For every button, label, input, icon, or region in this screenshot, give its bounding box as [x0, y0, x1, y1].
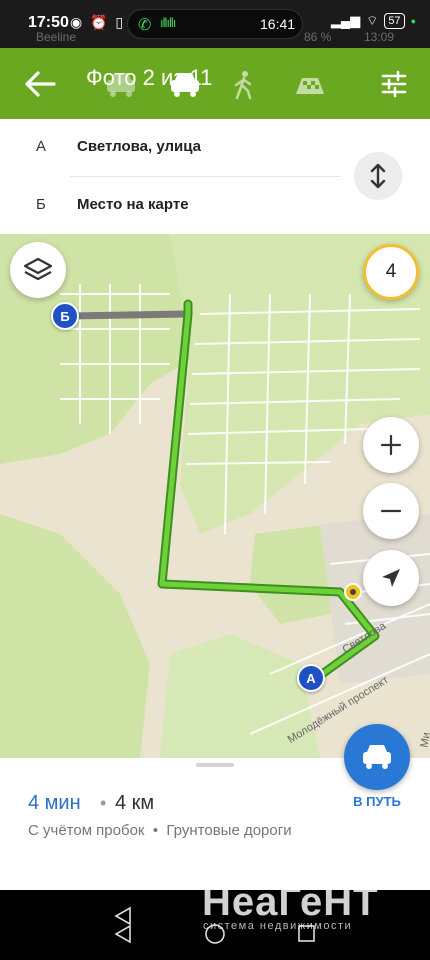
ghost-time: 13:09	[364, 30, 395, 44]
watermark-subtitle: система недвижимости	[203, 920, 353, 932]
filter-icon[interactable]	[380, 70, 408, 98]
ghost-battery: 86 %	[304, 30, 332, 44]
swap-vertical-icon	[370, 163, 386, 189]
back-nav-icon[interactable]	[110, 904, 136, 946]
marker-a[interactable]: А	[297, 664, 325, 692]
sheet-grabber[interactable]	[196, 763, 234, 767]
eta-time: 4 мин	[28, 792, 81, 814]
battery-icon: 57	[384, 13, 405, 29]
street-label-partial: Ми	[418, 731, 430, 749]
call-time: 16:41	[260, 16, 296, 32]
go-button[interactable]	[344, 724, 410, 790]
zoom-in-button[interactable]	[363, 417, 419, 473]
go-label[interactable]: В ПУТЬ	[345, 794, 409, 809]
my-location-button[interactable]	[363, 550, 419, 606]
page-title: Фото 2 из 11	[86, 65, 213, 90]
route-notes: С учётом пробок • Грунтовые дороги	[28, 822, 292, 839]
taxi-icon[interactable]	[292, 70, 328, 100]
layers-button[interactable]	[10, 242, 66, 298]
status-dot-icon: ●	[410, 16, 416, 26]
walk-icon[interactable]	[232, 70, 256, 100]
call-indicator[interactable]: ✆ ıllıllı 16:41	[127, 9, 303, 39]
separator: •	[100, 793, 107, 813]
signal-icon: ▂▄▆	[330, 13, 361, 28]
layers-icon	[23, 257, 53, 281]
audio-wave-icon: ıllıllı	[160, 15, 176, 30]
phone-icon: ✆	[138, 17, 152, 34]
minus-icon	[380, 509, 402, 513]
system-indicators: ▂▄▆ ⌔ 57 ●	[331, 13, 416, 29]
zoom-out-button[interactable]	[363, 483, 419, 539]
ghost-carrier: Beeline	[36, 30, 77, 44]
from-address: Светлова, улица	[77, 138, 201, 155]
app-header: Фото 2 из 11	[0, 48, 430, 119]
route-distance: 4 км	[115, 792, 155, 814]
back-arrow-icon[interactable]	[20, 64, 60, 104]
marker-b[interactable]: Б	[51, 302, 79, 330]
notification-icons: ◉ ⏰ ▯	[70, 14, 126, 30]
watermark-logo: НеаГеНТ	[202, 880, 379, 924]
navigation-arrow-icon	[382, 569, 400, 587]
to-letter: Б	[36, 196, 46, 213]
plus-icon	[380, 434, 402, 456]
status-bar: 17:50 ◉ ⏰ ▯ ✆ ıllıllı 16:41 Beeline 86 %…	[0, 0, 430, 48]
traffic-level-button[interactable]: 4	[363, 244, 419, 300]
route-from-field[interactable]: А Светлова, улица	[0, 119, 340, 175]
from-letter: А	[36, 138, 47, 155]
swap-route-button[interactable]	[354, 152, 402, 200]
route-card: А Светлова, улица Б Место на карте	[0, 119, 430, 234]
route-summary-sheet: 4 мин • 4 км С учётом пробок • Грунтовые…	[0, 724, 430, 890]
route-to-field[interactable]: Б Место на карте	[0, 177, 340, 233]
wifi-icon: ⌔	[366, 13, 379, 28]
to-address: Место на карте	[77, 196, 189, 213]
map-view[interactable]: 4 Б А Светлова Молодёжный проспект Ми	[0, 234, 430, 758]
car-icon	[363, 745, 391, 769]
